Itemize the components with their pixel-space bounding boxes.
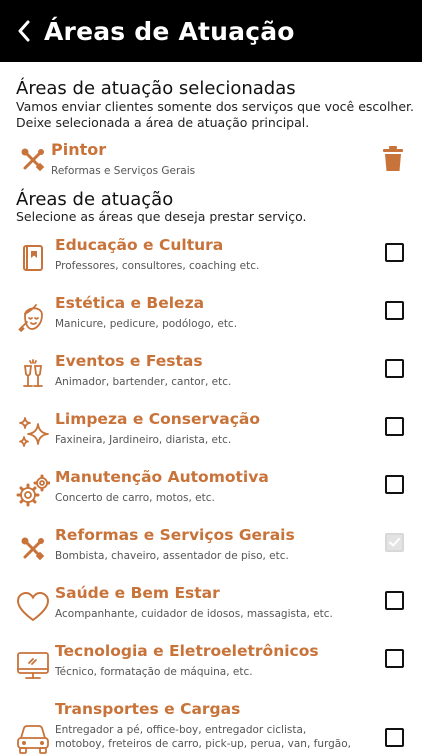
check-icon [389, 538, 400, 547]
top-bar: Áreas de Atuação [0, 0, 422, 62]
area-desc: Entregador a pé, office-boy, entregador … [55, 724, 351, 750]
trash-icon[interactable] [382, 146, 404, 172]
chevron-left-icon [18, 20, 30, 42]
area-item-limpeza[interactable]: Limpeza e Conservação Faxineira, Jardine… [0, 410, 422, 466]
area-item-tecnologia[interactable]: Tecnologia e Eletroeletrônicos Técnico, … [0, 642, 422, 698]
area-name: Transportes e Cargas [55, 700, 241, 718]
monitor-icon [17, 652, 49, 679]
areas-section-subtitle: Selecione as áreas que deseja prestar se… [16, 209, 307, 224]
area-item-estetica[interactable]: Estética e Beleza Manicure, pedicure, po… [0, 294, 422, 350]
area-name: Limpeza e Conservação [55, 410, 261, 428]
area-item-educacao[interactable]: Educação e Cultura Professores, consulto… [0, 236, 422, 292]
tools-icon [21, 537, 45, 561]
book-icon [23, 245, 43, 271]
car-icon [17, 725, 49, 754]
area-item-reformas[interactable]: Reformas e Serviços Gerais Bombista, cha… [0, 526, 422, 582]
gears-icon [16, 474, 50, 507]
area-checkbox[interactable] [385, 359, 404, 378]
area-desc: Acompanhante, cuidador de idosos, massag… [55, 608, 333, 620]
area-desc: Técnico, formatação de máquina, etc. [55, 666, 253, 678]
area-desc: Professores, consultores, coaching etc. [55, 260, 260, 272]
area-checkbox[interactable] [385, 417, 404, 436]
area-checkbox[interactable] [385, 243, 404, 262]
beauty-face-icon [18, 304, 43, 333]
area-checkbox-checked[interactable] [385, 533, 404, 552]
selected-section-subtitle-1: Vamos enviar clientes somente dos serviç… [16, 99, 414, 114]
selected-area-desc: Reformas e Serviços Gerais [51, 165, 196, 177]
areas-section-title: Áreas de atuação [16, 189, 174, 210]
area-checkbox[interactable] [385, 301, 404, 320]
selected-area-item: Pintor Reformas e Serviços Gerais [0, 140, 422, 182]
area-name: Tecnologia e Eletroeletrônicos [55, 642, 319, 660]
selected-section-title: Áreas de atuação selecionadas [16, 78, 296, 99]
area-name: Eventos e Festas [55, 352, 203, 370]
area-checkbox[interactable] [385, 728, 404, 747]
area-desc: Animador, bartender, cantor, etc. [55, 376, 232, 388]
back-button[interactable] [4, 0, 44, 62]
area-item-manutencao[interactable]: Manutenção Automotiva Concerto de carro,… [0, 468, 422, 524]
area-item-saude[interactable]: Saúde e Bem Estar Acompanhante, cuidador… [0, 584, 422, 640]
area-checkbox[interactable] [385, 475, 404, 494]
area-item-eventos[interactable]: Eventos e Festas Animador, bartender, ca… [0, 352, 422, 408]
area-name: Manutenção Automotiva [55, 468, 269, 486]
selected-section-subtitle-2: Deixe selecionada a área de atuação prin… [16, 115, 310, 130]
area-desc: Manicure, pedicure, podólogo, etc. [55, 318, 238, 330]
area-checkbox[interactable] [385, 591, 404, 610]
tools-icon [21, 148, 45, 172]
area-checkbox[interactable] [385, 649, 404, 668]
selected-area-name: Pintor [51, 140, 107, 159]
area-name: Estética e Beleza [55, 294, 205, 312]
area-name: Saúde e Bem Estar [55, 584, 220, 602]
area-item-transportes[interactable]: Transportes e Cargas Entregador a pé, of… [0, 700, 422, 756]
page-title: Áreas de Atuação [44, 16, 295, 46]
champagne-icon [23, 359, 43, 387]
sparkle-icon [19, 417, 49, 447]
heart-icon [16, 591, 50, 622]
area-name: Reformas e Serviços Gerais [55, 526, 295, 544]
area-desc: Concerto de carro, motos, etc. [55, 492, 215, 504]
area-name: Educação e Cultura [55, 236, 224, 254]
area-desc: Bombista, chaveiro, assentador de piso, … [55, 550, 289, 562]
area-desc: Faxineira, Jardineiro, diarista, etc. [55, 434, 232, 446]
